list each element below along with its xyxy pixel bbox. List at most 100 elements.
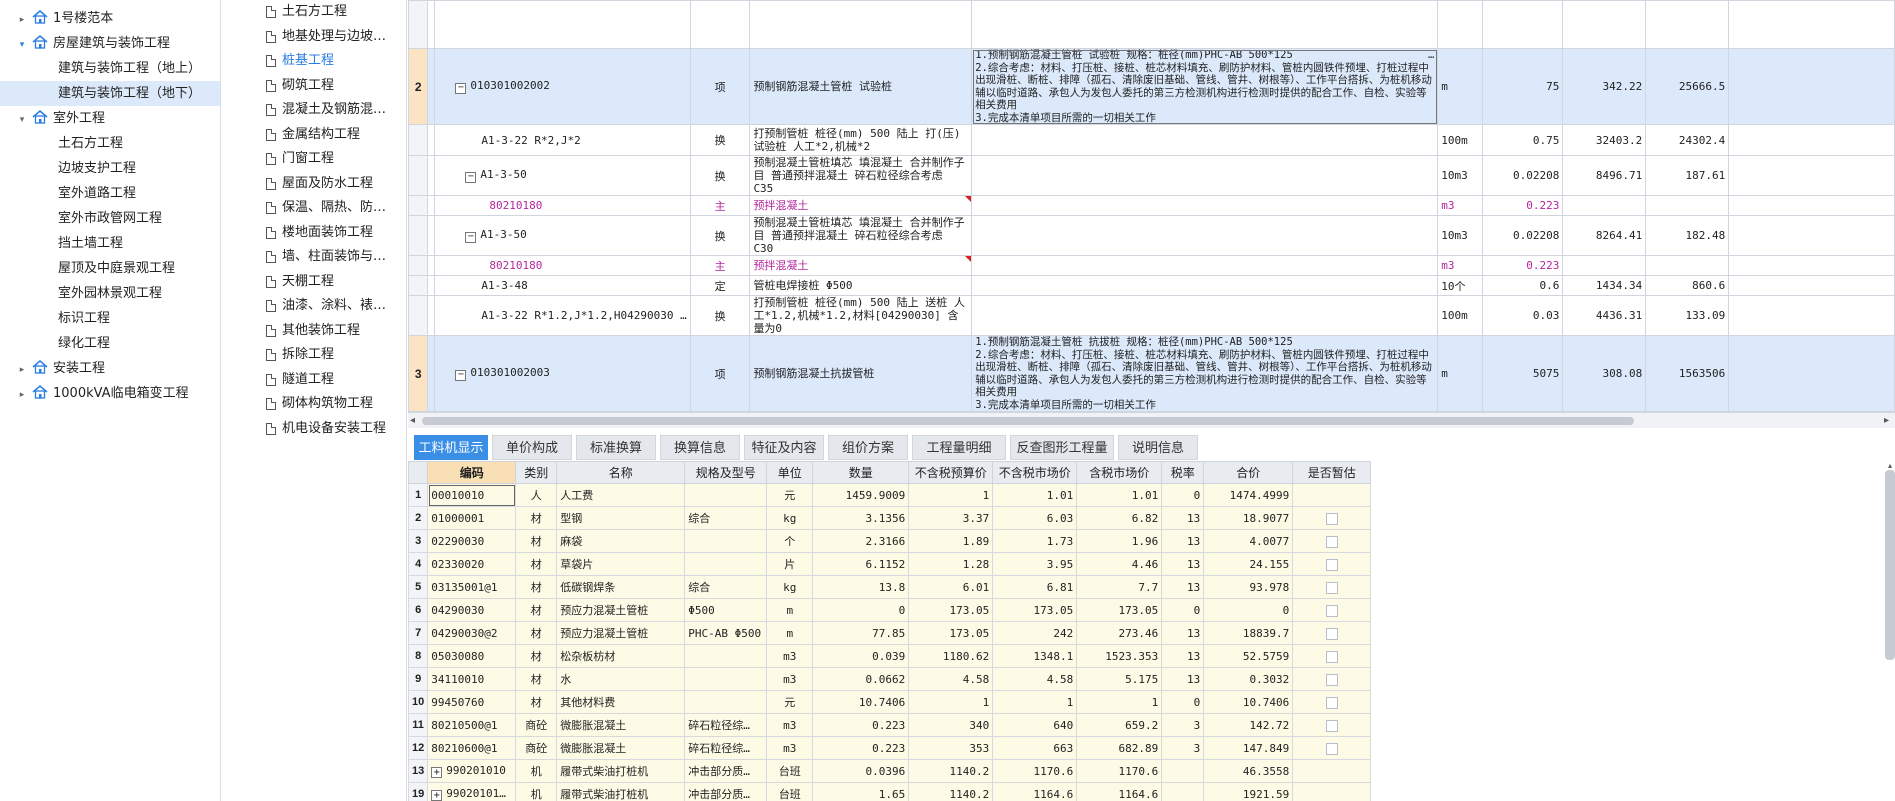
division-item[interactable]: 砌体构筑物工程 [222,392,406,417]
code-cell[interactable] [434,0,691,49]
p2-cell[interactable]: 663 [992,736,1078,760]
tree-item[interactable]: 标识工程 [0,306,220,331]
provisional-checkbox[interactable] [1325,742,1338,755]
code-cell[interactable]: 02330020 [427,552,517,576]
feature-cell[interactable] [971,255,1439,276]
sum-cell[interactable]: 52.5759 [1203,644,1294,668]
name-cell[interactable]: 草袋片 [556,552,686,576]
expand-icon[interactable]: + [431,767,443,778]
code-cell[interactable]: A1-3-22 R*2,J*2 [434,124,691,156]
collapse-icon[interactable]: − [455,370,467,381]
chevron-right-icon[interactable]: ▸ [16,358,28,383]
p2-cell[interactable]: 1164.6 [992,782,1078,801]
provisional-cell[interactable] [1292,621,1372,645]
code-cell[interactable]: +99020101… [427,782,517,801]
spec-cell[interactable]: 综合 [684,575,768,599]
unit-cell[interactable]: 台班 [766,759,814,783]
qty-cell[interactable]: 2.3166 [812,529,910,553]
tree-item[interactable]: 土石方工程 [0,131,220,156]
sum-cell[interactable]: 93.978 [1203,575,1294,599]
collapse-icon[interactable]: − [465,232,477,243]
division-item[interactable]: 其他装饰工程 [222,319,406,344]
name-cell[interactable]: 打预制管桩 桩径(mm) 500 陆上 送桩 人工*1.2,机械*1.2,材料[… [749,295,973,336]
p2-cell[interactable]: 1170.6 [992,759,1078,783]
spec-cell[interactable]: 冲击部分质… [684,759,768,783]
resource-row[interactable]: 2 01000001 材 型钢 综合 kg 3.1356 3.37 6.03 6.82 13 18.9… [408,506,1372,530]
column-header[interactable]: 类别 [515,461,558,484]
tab-6[interactable]: 工程量明细 [912,435,1006,460]
vertical-scrollbar[interactable] [1885,470,1895,660]
provisional-cell[interactable] [1292,529,1372,553]
p1-cell[interactable]: 1 [908,690,994,714]
spec-cell[interactable] [684,667,768,691]
tab-2[interactable]: 标准换算 [576,435,656,460]
qty-cell[interactable]: 0.0396 [812,759,910,783]
sum-cell[interactable]: 1921.59 [1203,782,1294,801]
provisional-cell[interactable] [1292,667,1372,691]
name-cell[interactable]: 打预制管桩 桩径(mm) 500 陆上 打(压)试验桩 人工*2,机械*2 [749,124,973,156]
unit-cell[interactable]: m [766,621,814,645]
tree-item[interactable]: ▸ 安装工程 [0,356,220,381]
bill-row[interactable] [408,0,1895,49]
tree-item[interactable]: ▸ 1000kVA临电箱变工程 [0,381,220,406]
tree-item[interactable]: 边坡支护工程 [0,156,220,181]
provisional-checkbox[interactable] [1325,650,1338,663]
p3-cell[interactable]: 1170.6 [1076,759,1163,783]
cat-cell[interactable]: 商砼 [515,713,558,737]
collapse-icon[interactable]: − [465,172,477,183]
provisional-cell[interactable] [1292,690,1372,714]
name-cell[interactable]: 预制混凝土管桩填芯 填混凝土 合并制作子目 普通预拌混凝土 碎石粒径综合考虑 C… [749,155,973,196]
cat-cell[interactable]: 商砼 [515,736,558,760]
qty-cell[interactable]: 0.0662 [812,667,910,691]
qty-cell[interactable]: 13.8 [812,575,910,599]
division-item[interactable]: 金属结构工程 [222,123,406,148]
qty-cell[interactable]: 1.65 [812,782,910,801]
resource-row[interactable]: 1 00010010 人人工费元 1459.9009 1 1.01 1.01 0 1474.49… [408,483,1372,507]
tree-item[interactable]: 建筑与装饰工程（地上） [0,56,220,81]
name-cell[interactable]: 其他材料费 [556,690,686,714]
resource-row[interactable]: 8 05030080 材 松杂板枋材 m3 0.039 1180.62 1348.1 1523.… [408,644,1372,668]
p3-cell[interactable]: 1.96 [1076,529,1163,553]
quantity-cell[interactable]: 0.02208 [1482,215,1564,256]
sum-cell[interactable]: 142.72 [1203,713,1294,737]
code-cell[interactable]: A1-3-22 R*1.2,J*1.2,H04290030 … [434,295,691,336]
division-item[interactable]: 墙、柱面装饰与… [222,245,406,270]
p1-cell[interactable]: 173.05 [908,598,994,622]
name-cell[interactable]: 微膨胀混凝土 [556,736,686,760]
provisional-checkbox[interactable] [1325,673,1338,686]
feature-cell[interactable] [971,155,1439,196]
unit-cell[interactable]: 元 [766,690,814,714]
p1-cell[interactable]: 173.05 [908,621,994,645]
code-cell[interactable]: 03135001@1 [427,575,517,599]
sum-cell[interactable]: 18839.7 [1203,621,1294,645]
spec-cell[interactable]: 碎石粒径综… [684,736,768,760]
p3-cell[interactable]: 5.175 [1076,667,1163,691]
bill-row[interactable]: 80210180 主预拌混凝土 m3 0.223 [408,255,1895,276]
provisional-checkbox[interactable] [1325,558,1338,571]
p2-cell[interactable]: 1 [992,690,1078,714]
code-cell[interactable]: 04290030 [427,598,517,622]
cat-cell[interactable]: 材 [515,529,558,553]
division-item[interactable]: 机电设备安装工程 [222,417,406,442]
column-header[interactable]: 名称 [556,461,686,484]
p3-cell[interactable]: 659.2 [1076,713,1163,737]
cat-cell[interactable]: 材 [515,621,558,645]
column-header[interactable]: 不含税市场价 [992,461,1078,484]
tax-cell[interactable]: 0 [1161,483,1205,507]
tax-cell[interactable] [1161,759,1205,783]
tab-5[interactable]: 组价方案 [828,435,908,460]
cat-cell[interactable]: 机 [515,759,558,783]
p1-cell[interactable]: 1140.2 [908,759,994,783]
code-cell[interactable]: −010301002003 [434,335,691,412]
tree-item[interactable]: 室外市政管网工程 [0,206,220,231]
tax-cell[interactable]: 0 [1161,598,1205,622]
unit-cell[interactable]: m3 [766,713,814,737]
division-item[interactable]: 楼地面装饰工程 [222,221,406,246]
unit-cell[interactable]: kg [766,575,814,599]
collapse-icon[interactable]: − [455,83,467,94]
name-cell[interactable]: 履带式柴油打桩机 [556,782,686,801]
p3-cell[interactable]: 1523.353 [1076,644,1163,668]
name-cell[interactable]: 微膨胀混凝土 [556,713,686,737]
name-cell[interactable]: 履带式柴油打桩机 [556,759,686,783]
cat-cell[interactable]: 材 [515,690,558,714]
